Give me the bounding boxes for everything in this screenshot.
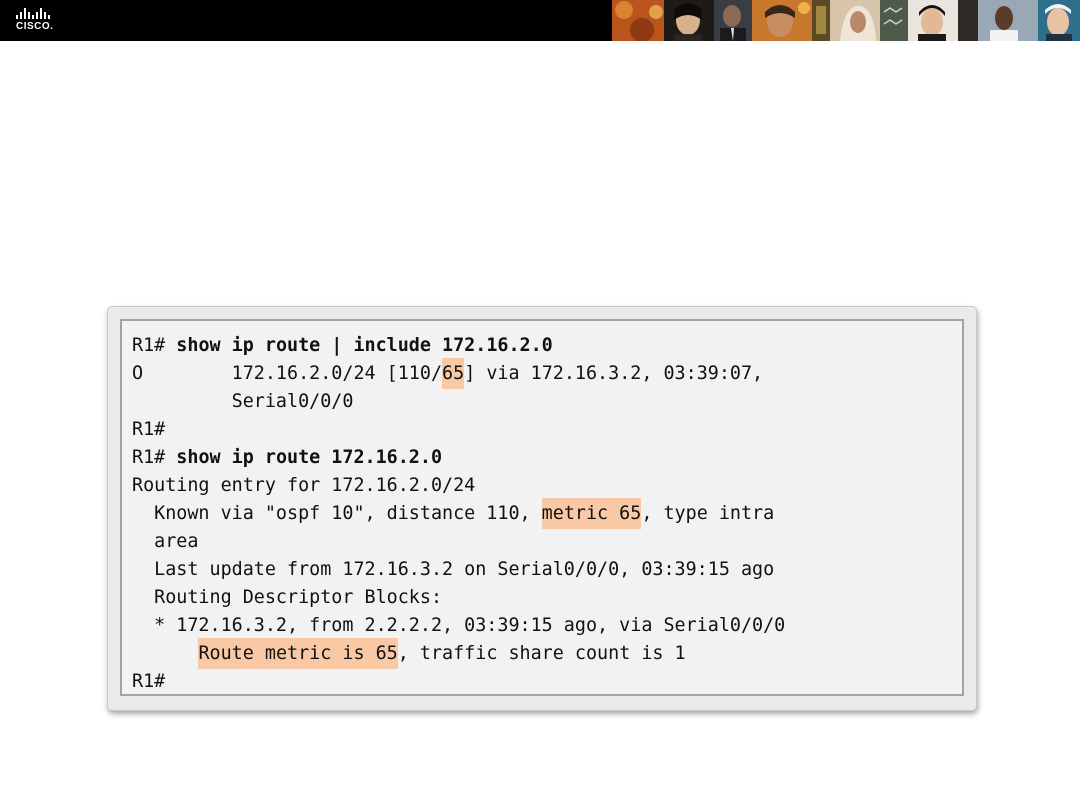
highlighted-metric: 65 [442, 358, 465, 389]
terminal-line: O 172.16.2.0/24 [110/65] via 172.16.3.2,… [132, 358, 956, 389]
terminal-line: area [132, 528, 956, 556]
line-text: * 172.16.3.2, from 2.2.2.2, 03:39:15 ago… [132, 615, 786, 636]
line-text-tail: , traffic share count is 1 [397, 643, 686, 664]
terminal-line: R1# [132, 668, 956, 696]
command-text: show ip route 172.16.2.0 [176, 447, 443, 468]
line-text: O 172.16.2.0/24 [110/ [132, 363, 443, 384]
highlighted-metric: metric 65 [541, 498, 642, 529]
line-text: R1# [132, 447, 177, 468]
line-text: Known via "ospf 10", distance 110, [132, 503, 542, 524]
terminal-line: R1# [132, 416, 956, 444]
command-text: show ip route | include 172.16.2.0 [176, 335, 553, 356]
people-photos-image [612, 0, 1080, 41]
line-text-tail: ] via 172.16.3.2, 03:39:07, [464, 363, 764, 384]
top-banner: CISCO. [0, 0, 1080, 41]
terminal-panel: R1# show ip route | include 172.16.2.0 O … [120, 319, 964, 696]
terminal-text: R1# show ip route | include 172.16.2.0 O … [132, 332, 956, 696]
terminal-line: * 172.16.3.2, from 2.2.2.2, 03:39:15 ago… [132, 612, 956, 640]
line-text: Routing entry for 172.16.2.0/24 [132, 475, 476, 496]
terminal-line: Serial0/0/0 [132, 388, 956, 416]
terminal-line: Routing Descriptor Blocks: [132, 584, 956, 612]
line-text: Serial0/0/0 [132, 391, 354, 412]
terminal-line: Route metric is 65, traffic share count … [132, 638, 956, 669]
banner-photo-strip [612, 0, 1080, 41]
line-text [132, 643, 198, 664]
terminal-line: R1# show ip route | include 172.16.2.0 [132, 332, 956, 360]
terminal-output-window: R1# show ip route | include 172.16.2.0 O … [107, 306, 977, 711]
terminal-line: Routing entry for 172.16.2.0/24 [132, 472, 956, 500]
line-text: R1# [132, 419, 166, 440]
terminal-line: Known via "ospf 10", distance 110, metri… [132, 498, 956, 529]
line-text: Last update from 172.16.3.2 on Serial0/0… [132, 559, 775, 580]
line-text: R1# [132, 671, 166, 692]
line-text: Routing Descriptor Blocks: [132, 587, 443, 608]
highlighted-metric: Route metric is 65 [198, 638, 398, 669]
line-text: area [132, 531, 199, 552]
line-text-tail: , type intra [641, 503, 775, 524]
terminal-line: R1# show ip route 172.16.2.0 [132, 444, 956, 472]
cisco-bars-icon [16, 8, 50, 19]
cisco-logo: CISCO. [16, 6, 64, 34]
line-text: R1# [132, 335, 177, 356]
cisco-logo-text: CISCO. [16, 21, 54, 32]
terminal-line: Last update from 172.16.3.2 on Serial0/0… [132, 556, 956, 584]
